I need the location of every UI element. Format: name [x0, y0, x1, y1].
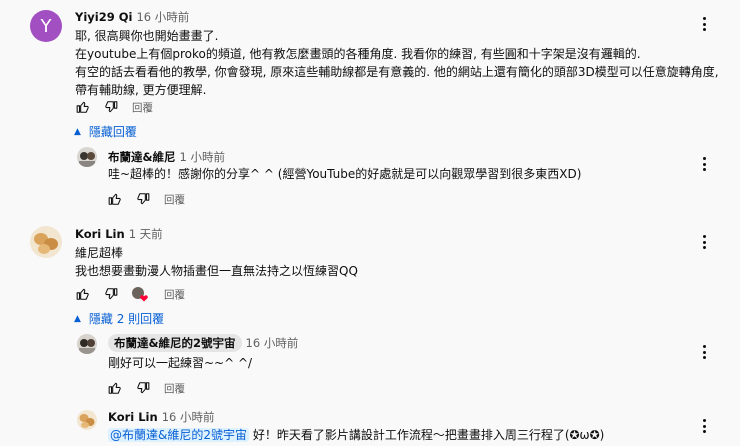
reply-button[interactable]: 回覆: [164, 381, 185, 396]
thumb-up-icon[interactable]: [108, 381, 122, 395]
comment-text: 耶, 很高興你也開始畫畫了. 在youtube上有個proko的頻道, 他有教怎…: [75, 29, 719, 97]
avatar[interactable]: [30, 226, 62, 258]
more-vert-icon[interactable]: [694, 14, 714, 34]
creator-heart-icon: [132, 287, 148, 302]
caret-up-icon: ▲: [74, 313, 81, 324]
avatar-image: [34, 233, 58, 254]
comment-header: Kori Lin 1 天前: [75, 226, 163, 242]
avatar-image: [79, 339, 95, 354]
comment-text: 剛好可以一起練習~~^ ^/: [108, 356, 253, 370]
timestamp[interactable]: 1 天前: [129, 227, 163, 241]
comment-text: 哇~超棒的！感謝你的分享^ ^ (經營YouTube的好處就是可以向觀眾學習到很…: [108, 167, 582, 181]
avatar-image: [79, 152, 95, 167]
comment-header: 布蘭達&維尼 1 小時前: [108, 149, 225, 165]
thumb-down-icon[interactable]: [136, 192, 150, 206]
hide-replies-toggle[interactable]: ▲ 隱藏回覆: [74, 123, 137, 140]
more-vert-icon[interactable]: [694, 342, 714, 362]
author-name[interactable]: Yiyi29 Qi: [75, 10, 132, 24]
comment-actions: 回覆: [108, 379, 185, 397]
more-vert-icon[interactable]: [694, 416, 714, 436]
timestamp[interactable]: 16 小時前: [136, 10, 189, 24]
author-name[interactable]: Kori Lin: [108, 410, 158, 424]
avatar[interactable]: [77, 334, 97, 354]
comment-actions: 回覆: [108, 190, 185, 208]
thumb-up-icon[interactable]: [76, 100, 90, 114]
thumb-up-icon[interactable]: [108, 192, 122, 206]
reply-button[interactable]: 回覆: [132, 100, 153, 115]
avatar[interactable]: [77, 410, 97, 430]
more-vert-icon[interactable]: [694, 154, 714, 174]
thumb-down-icon[interactable]: [104, 100, 118, 114]
avatar-image: [79, 414, 95, 428]
author-name-chip[interactable]: 布蘭達&維尼的2號宇宙: [108, 334, 242, 352]
more-vert-icon[interactable]: [694, 232, 714, 252]
reply-button[interactable]: 回覆: [164, 287, 185, 302]
comment-actions: 回覆: [76, 98, 153, 116]
caret-up-icon: ▲: [74, 126, 81, 137]
thumb-down-icon[interactable]: [136, 381, 150, 395]
author-name[interactable]: Kori Lin: [75, 227, 125, 241]
avatar[interactable]: Y: [30, 10, 62, 42]
timestamp[interactable]: 16 小時前: [162, 410, 215, 424]
author-name[interactable]: 布蘭達&維尼: [108, 150, 176, 164]
thumb-up-icon[interactable]: [76, 287, 90, 301]
hide-replies-toggle[interactable]: ▲ 隱藏 2 則回覆: [74, 310, 164, 327]
timestamp[interactable]: 1 小時前: [180, 150, 225, 164]
comment-header: Yiyi29 Qi 16 小時前: [75, 9, 189, 25]
comment-header: Kori Lin 16 小時前: [108, 409, 214, 425]
avatar[interactable]: [77, 147, 97, 167]
reply-button[interactable]: 回覆: [164, 192, 185, 207]
comment-actions: 回覆: [76, 285, 185, 303]
comment-text: 維尼超棒 我也想要畫動漫人物插畫但一直無法持之以恆練習QQ: [75, 246, 358, 278]
mention-link[interactable]: @布蘭達&維尼的2號宇宙: [108, 428, 249, 442]
timestamp[interactable]: 16 小時前: [246, 336, 299, 350]
comment-text: @布蘭達&維尼的2號宇宙 好！昨天看了影片講設計工作流程～把畫畫排入周三行程了(…: [108, 428, 605, 442]
comment-header: 布蘭達&維尼的2號宇宙 16 小時前: [108, 334, 299, 352]
thumb-down-icon[interactable]: [104, 287, 118, 301]
